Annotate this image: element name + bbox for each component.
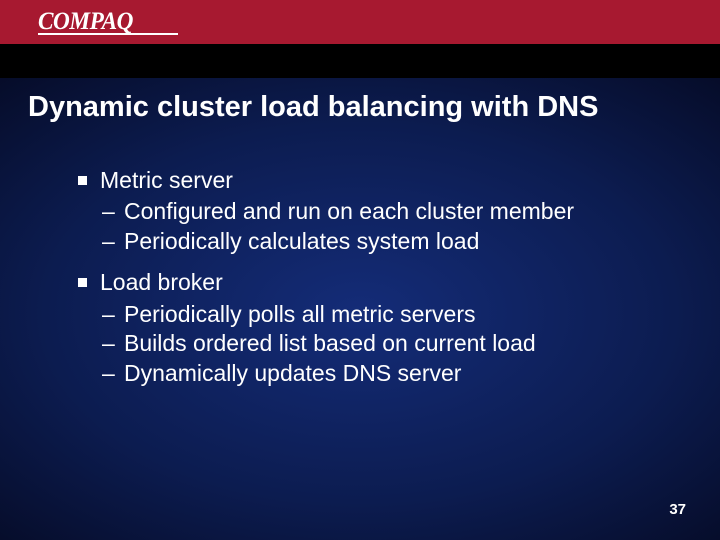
subbullet-text: Periodically calculates system load	[124, 228, 479, 254]
square-bullet-icon	[78, 278, 87, 287]
bullet-load-broker: Load broker	[78, 268, 678, 297]
slide-body: Metric server Configured and run on each…	[78, 160, 678, 388]
compaq-logo: COMPAQ	[38, 8, 178, 35]
subbullet: Builds ordered list based on current loa…	[78, 329, 678, 358]
bullet-label: Load broker	[100, 269, 223, 295]
spacer	[78, 256, 678, 262]
subbullet: Periodically polls all metric servers	[78, 300, 678, 329]
subbullet-text: Dynamically updates DNS server	[124, 360, 461, 386]
subbullet: Dynamically updates DNS server	[78, 359, 678, 388]
page-number: 37	[669, 501, 686, 518]
slide: COMPAQ Dynamic cluster load balancing wi…	[0, 0, 720, 540]
subbullet-text: Configured and run on each cluster membe…	[124, 198, 574, 224]
square-bullet-icon	[78, 176, 87, 185]
bullet-label: Metric server	[100, 167, 233, 193]
subbullet: Periodically calculates system load	[78, 227, 678, 256]
subbullet-text: Builds ordered list based on current loa…	[124, 330, 536, 356]
slide-title: Dynamic cluster load balancing with DNS	[28, 90, 692, 125]
subbullet-text: Periodically polls all metric servers	[124, 301, 476, 327]
bullet-metric-server: Metric server	[78, 166, 678, 195]
subbullet: Configured and run on each cluster membe…	[78, 197, 678, 226]
logo-text: COMPAQ	[38, 8, 133, 36]
